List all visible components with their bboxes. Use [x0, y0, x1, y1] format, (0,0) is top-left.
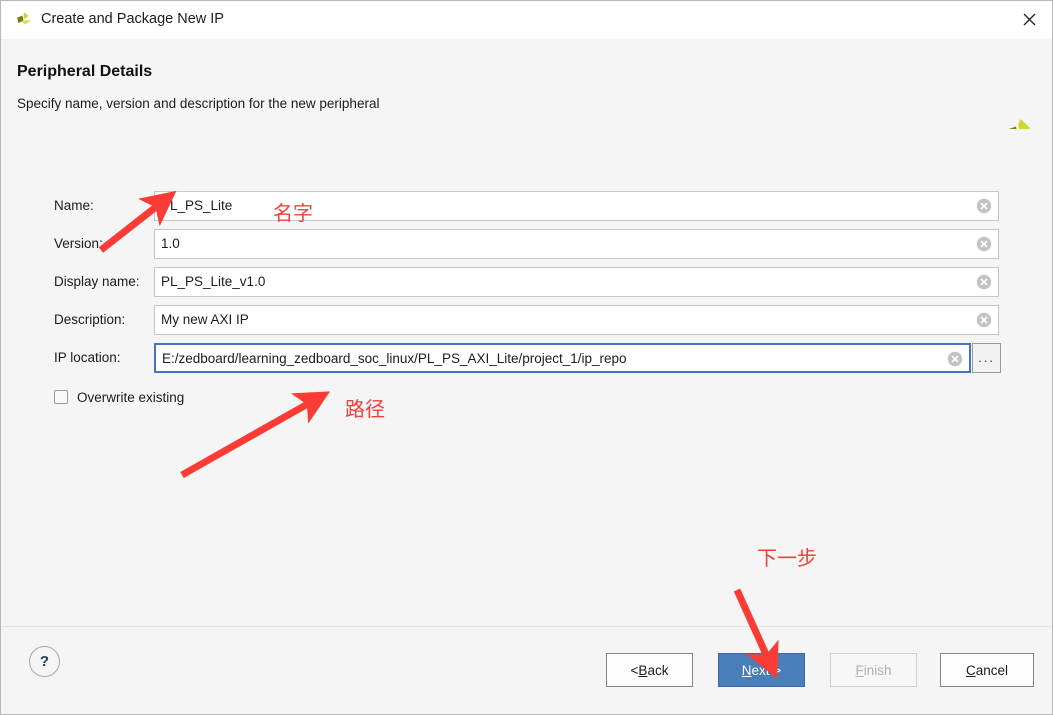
- ip-location-input[interactable]: E:/zedboard/learning_zedboard_soc_linux/…: [154, 343, 971, 373]
- back-button-prefix: <: [630, 662, 639, 678]
- next-button-mnemonic: N: [741, 662, 752, 678]
- field-label-display-name: Display name:: [54, 274, 140, 289]
- clear-field-icon[interactable]: [976, 312, 992, 328]
- description-input-value: My new AXI IP: [161, 312, 249, 327]
- cancel-button[interactable]: Cancel: [940, 653, 1034, 687]
- field-label-ip-location: IP location:: [54, 350, 121, 365]
- cancel-button-mnemonic: C: [965, 662, 976, 678]
- close-icon[interactable]: [1004, 1, 1052, 38]
- next-button[interactable]: Next >: [718, 653, 805, 687]
- overwrite-existing-label: Overwrite existing: [77, 389, 185, 405]
- field-label-version: Version:: [54, 236, 103, 251]
- display-name-input[interactable]: PL_PS_Lite_v1.0: [154, 267, 999, 297]
- version-input[interactable]: 1.0: [154, 229, 999, 259]
- window-title: Create and Package New IP: [41, 11, 224, 27]
- help-button[interactable]: ?: [29, 646, 60, 677]
- page-title: Peripheral Details: [17, 63, 153, 80]
- field-label-description: Description:: [54, 312, 126, 327]
- name-input[interactable]: PL_PS_Lite: [154, 191, 999, 221]
- name-input-value: PL_PS_Lite: [161, 198, 233, 213]
- finish-button-mnemonic: F: [855, 662, 864, 678]
- field-label-name: Name:: [54, 198, 94, 213]
- clear-field-icon[interactable]: [947, 351, 963, 367]
- form-area: Name: PL_PS_Lite Version: 1.0 Display na…: [2, 129, 1052, 626]
- ip-location-input-value: E:/zedboard/learning_zedboard_soc_linux/…: [162, 351, 627, 366]
- checkbox-box-icon: [54, 390, 68, 404]
- display-name-input-value: PL_PS_Lite_v1.0: [161, 274, 266, 289]
- finish-button: Finish: [830, 653, 917, 687]
- title-bar: Create and Package New IP: [1, 1, 1052, 40]
- back-button[interactable]: < Back: [606, 653, 693, 687]
- dialog-window: Create and Package New IP Peripheral Det…: [0, 0, 1053, 715]
- clear-field-icon[interactable]: [976, 198, 992, 214]
- version-input-value: 1.0: [161, 236, 180, 251]
- finish-button-suffix: inish: [863, 662, 892, 678]
- clear-field-icon[interactable]: [976, 236, 992, 252]
- back-button-suffix: ack: [647, 662, 669, 678]
- page-subtitle: Specify name, version and description fo…: [17, 96, 380, 111]
- vivado-logo-icon: [14, 10, 34, 30]
- browse-button[interactable]: ...: [972, 343, 1001, 373]
- description-input[interactable]: My new AXI IP: [154, 305, 999, 335]
- page-header: Peripheral Details Specify name, version…: [2, 39, 1052, 148]
- dialog-footer: ? < Back Next > Finish Cancel: [2, 626, 1052, 714]
- cancel-button-suffix: ancel: [975, 662, 1009, 678]
- clear-field-icon[interactable]: [976, 274, 992, 290]
- back-button-mnemonic: B: [638, 662, 648, 678]
- overwrite-existing-checkbox[interactable]: Overwrite existing: [54, 387, 184, 407]
- next-button-suffix: ext >: [751, 662, 782, 678]
